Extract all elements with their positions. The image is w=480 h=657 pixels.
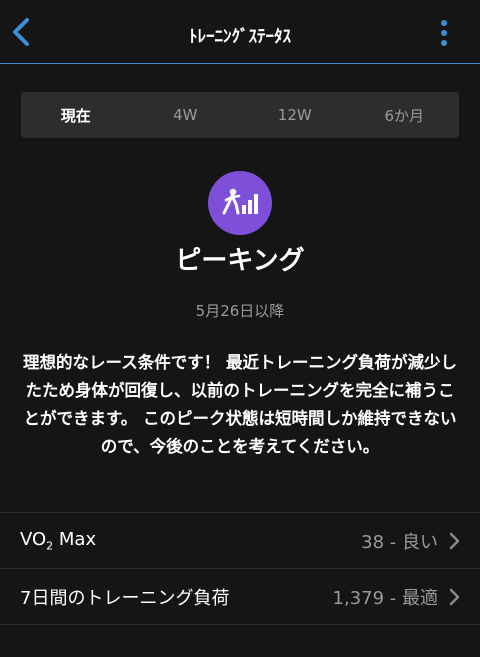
kebab-icon [441,20,447,46]
header-bar: ﾄﾚｰﾆﾝｸﾞｽﾃｰﾀｽ [0,0,480,64]
chevron-right-icon [448,532,460,550]
tab-12w[interactable]: 12W [240,92,350,138]
status-description: 理想的なレース条件です！ 最近トレーニング負荷が減少したため身体が回復し、以前の… [23,353,457,456]
vo2max-label: VO2 Max [20,528,97,553]
page-title: ﾄﾚｰﾆﾝｸﾞｽﾃｰﾀｽ [189,27,291,47]
tab-4w[interactable]: 4W [131,92,241,138]
period-tabs: 現在 4W 12W 6か月 [21,92,459,138]
tab-6months[interactable]: 6か月 [350,92,460,138]
status-name: ピーキング [175,246,305,276]
peaking-icon [208,171,272,235]
training-load-label: 7日間のトレーニング負荷 [20,587,230,609]
training-load-value: 1,379 - 最適 [332,587,438,609]
menu-button[interactable] [432,18,456,48]
list-item-training-load[interactable]: 7日間のトレーニング負荷 1,379 - 最適 [0,569,480,625]
chevron-right-icon [448,588,460,606]
list-item-vo2max[interactable]: VO2 Max 38 - 良い [0,513,480,569]
tab-current[interactable]: 現在 [21,92,131,138]
metrics-list: VO2 Max 38 - 良い 7日間のトレーニング負荷 1,379 - 最適 [0,512,480,625]
status-date: 5月26日以降 [195,302,285,320]
vo2max-value: 38 - 良い [361,531,438,553]
